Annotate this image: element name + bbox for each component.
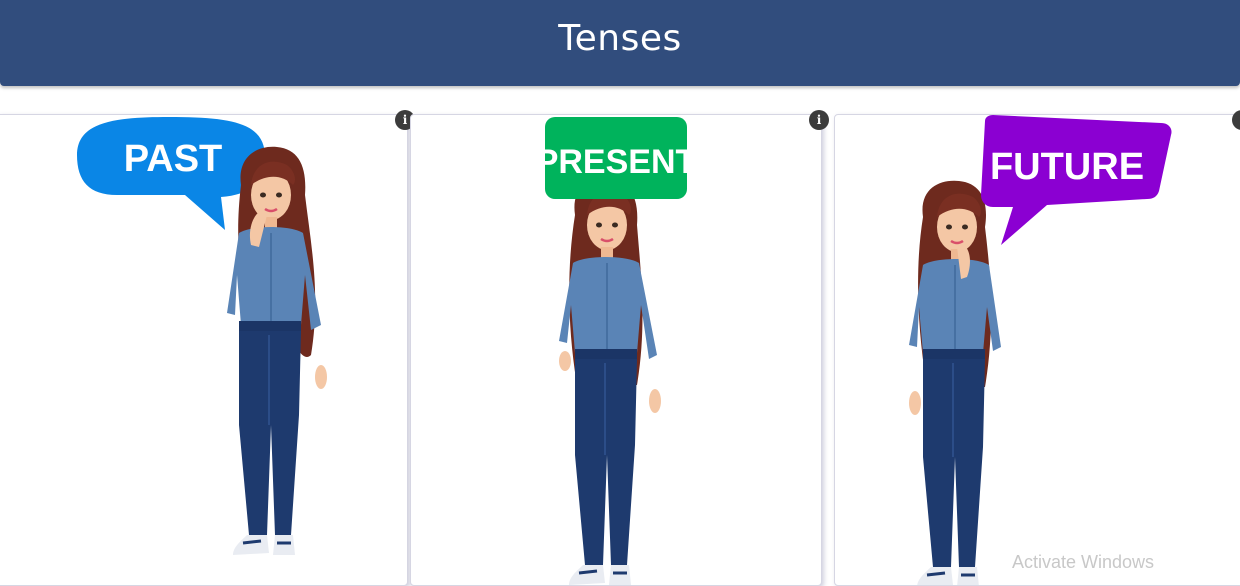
- speech-bubble-past: PAST: [77, 117, 265, 230]
- woman-figure-present: [559, 178, 661, 585]
- bubble-text-past: PAST: [124, 138, 223, 180]
- card-future[interactable]: FUTURE: [834, 114, 1240, 586]
- card-past[interactable]: PAST: [0, 114, 408, 586]
- future-illustration: FUTURE: [909, 115, 1172, 585]
- info-icon-present[interactable]: i: [809, 110, 829, 130]
- woman-figure-future: [909, 180, 1001, 585]
- speech-bubble-present: PRESENT: [536, 117, 697, 199]
- activate-windows-watermark: Activate Windows: [1012, 552, 1155, 572]
- past-illustration: PAST: [77, 117, 327, 555]
- page-header: Tenses: [0, 0, 1240, 86]
- card-present[interactable]: PRESENT: [410, 114, 822, 586]
- bubble-text-future: FUTURE: [990, 146, 1144, 188]
- page-title: Tenses: [558, 18, 682, 59]
- present-illustration: PRESENT: [536, 117, 697, 585]
- speech-bubble-future: FUTURE: [981, 115, 1172, 245]
- woman-figure-past: [227, 146, 327, 555]
- bubble-text-present: PRESENT: [536, 143, 697, 181]
